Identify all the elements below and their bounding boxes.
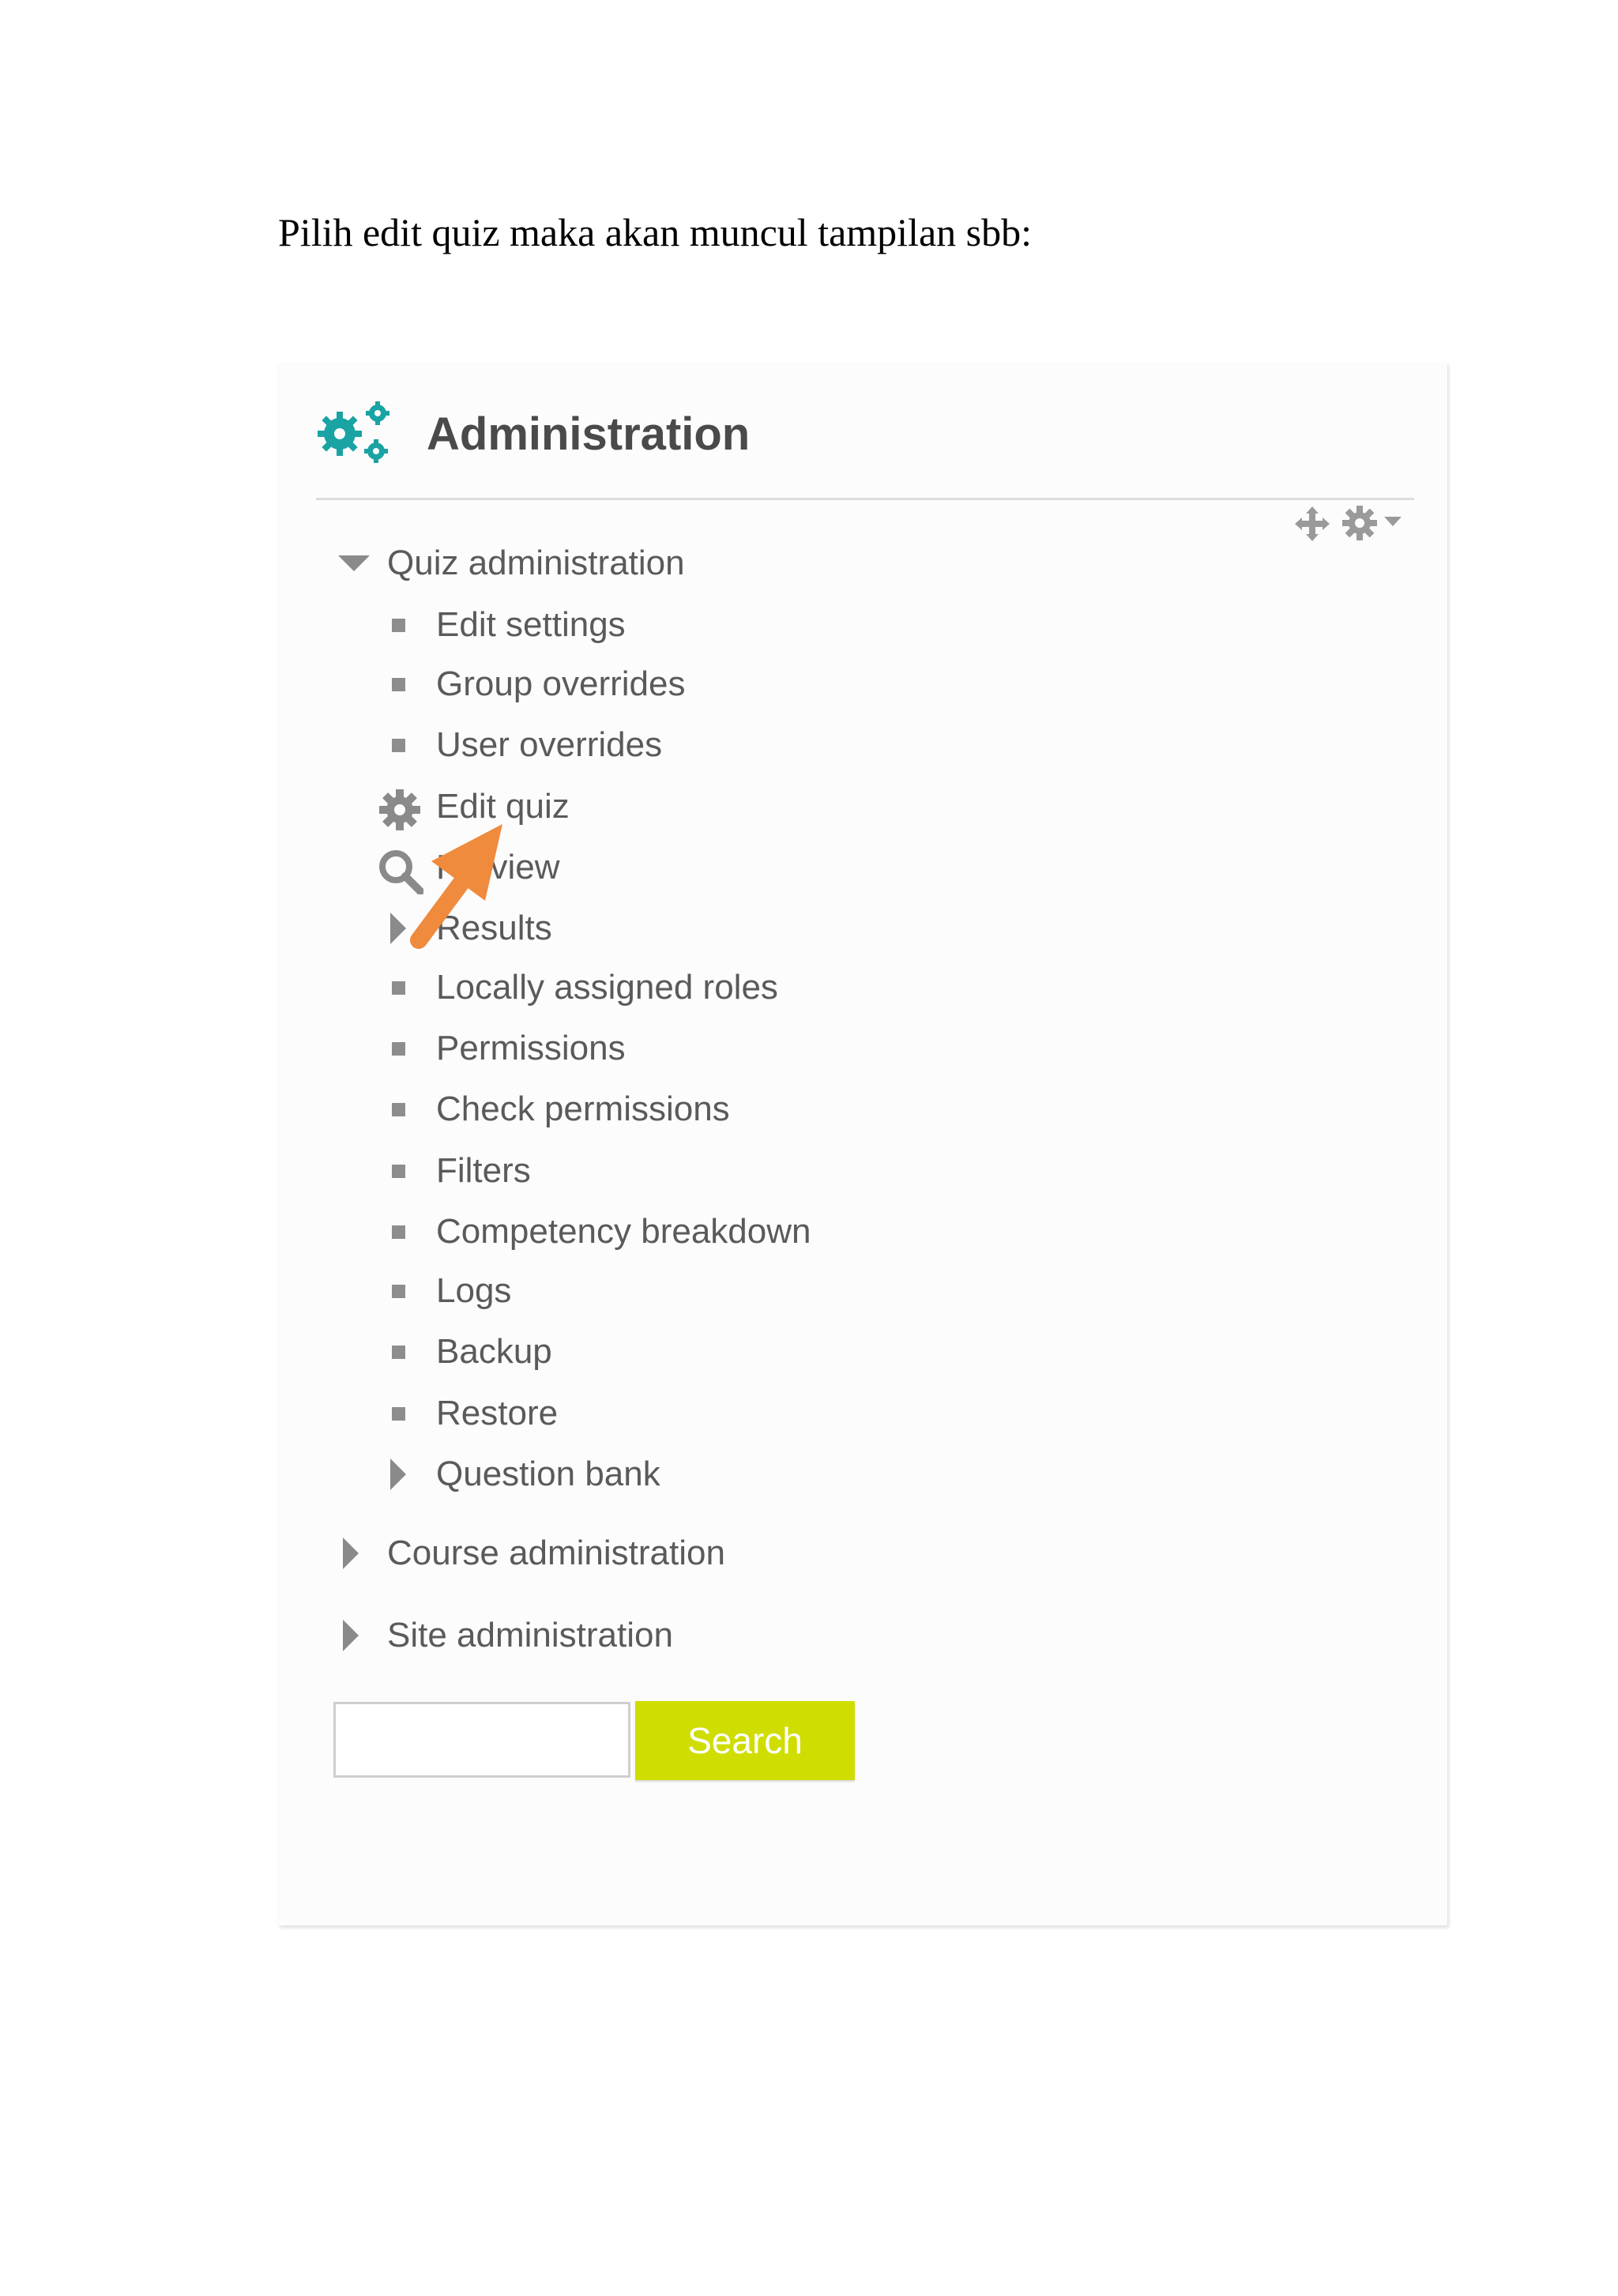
- gear-icon: [379, 789, 420, 830]
- search-input[interactable]: [333, 1702, 630, 1778]
- tree-node-quiz-administration[interactable]: Quiz administration: [338, 540, 781, 587]
- document-intro-text: Pilih edit quiz maka akan muncul tampila…: [278, 210, 1032, 254]
- magnifier-icon: [379, 850, 423, 894]
- expand-triangle-icon: [390, 913, 406, 944]
- menu-item-label: User overrides: [436, 725, 663, 764]
- menu-item-label: Filters: [436, 1151, 531, 1190]
- menu-item-label: Question bank: [436, 1455, 660, 1493]
- bullet-icon: [392, 1225, 405, 1239]
- bullet-icon: [392, 678, 405, 691]
- tree-label: Course administration: [387, 1534, 725, 1572]
- menu-item-check-permissions[interactable]: Check permissions: [386, 1086, 730, 1133]
- bullet-icon: [392, 981, 405, 995]
- menu-item-label: Locally assigned roles: [436, 968, 778, 1007]
- tree-label: Quiz administration: [387, 544, 685, 582]
- menu-item-restore[interactable]: Restore: [386, 1390, 558, 1437]
- bullet-icon: [392, 1103, 405, 1116]
- expand-triangle-icon: [343, 1538, 359, 1569]
- gears-icon: [318, 401, 389, 463]
- collapse-triangle-icon: [338, 555, 370, 571]
- menu-item-edit-settings[interactable]: Edit settings: [386, 601, 626, 649]
- tree-node-site-administration[interactable]: Site administration: [338, 1612, 673, 1659]
- menu-item-logs[interactable]: Logs: [386, 1267, 511, 1315]
- menu-item-permissions[interactable]: Permissions: [386, 1025, 626, 1072]
- menu-item-label: Edit settings: [436, 605, 626, 644]
- menu-item-preview[interactable]: Preview: [378, 844, 560, 894]
- menu-item-backup[interactable]: Backup: [386, 1328, 552, 1376]
- menu-item-label: Results: [436, 909, 552, 947]
- administration-block: Administration Quiz administration Edit …: [278, 363, 1447, 1925]
- menu-item-label: Permissions: [436, 1029, 626, 1067]
- menu-item-competency-breakdown[interactable]: Competency breakdown: [386, 1208, 811, 1255]
- bullet-icon: [392, 1407, 405, 1421]
- gear-icon[interactable]: [1341, 505, 1378, 541]
- menu-item-label: Restore: [436, 1394, 559, 1432]
- menu-item-label: Backup: [436, 1332, 552, 1371]
- expand-triangle-icon: [343, 1620, 359, 1651]
- bullet-icon: [392, 619, 405, 632]
- menu-item-label: Edit quiz: [436, 787, 570, 826]
- menu-item-label: Group overrides: [436, 664, 686, 703]
- block-title: Administration: [427, 408, 751, 460]
- menu-item-filters[interactable]: Filters: [386, 1147, 531, 1195]
- bullet-icon: [392, 739, 405, 752]
- menu-item-question-bank[interactable]: Question bank: [386, 1451, 660, 1498]
- bullet-icon: [392, 1042, 405, 1056]
- menu-item-user-overrides[interactable]: User overrides: [386, 721, 662, 769]
- expand-triangle-icon: [390, 1459, 406, 1490]
- caret-down-icon[interactable]: [1384, 517, 1402, 528]
- menu-item-label: Preview: [436, 848, 560, 886]
- search-button[interactable]: Search: [635, 1701, 855, 1780]
- menu-item-label: Competency breakdown: [436, 1212, 811, 1251]
- bullet-icon: [392, 1346, 405, 1359]
- bullet-icon: [392, 1285, 405, 1298]
- bullet-icon: [392, 1165, 405, 1178]
- menu-item-edit-quiz[interactable]: Edit quiz: [378, 783, 570, 830]
- menu-item-label: Logs: [436, 1271, 512, 1310]
- menu-item-label: Check permissions: [436, 1090, 730, 1128]
- tree-node-course-administration[interactable]: Course administration: [338, 1530, 725, 1577]
- header-divider: [316, 498, 1414, 500]
- menu-item-results[interactable]: Results: [386, 905, 552, 952]
- tree-label: Site administration: [387, 1616, 673, 1654]
- menu-item-locally-assigned-roles[interactable]: Locally assigned roles: [386, 964, 778, 1011]
- move-icon[interactable]: [1295, 506, 1330, 541]
- menu-item-group-overrides[interactable]: Group overrides: [386, 661, 685, 708]
